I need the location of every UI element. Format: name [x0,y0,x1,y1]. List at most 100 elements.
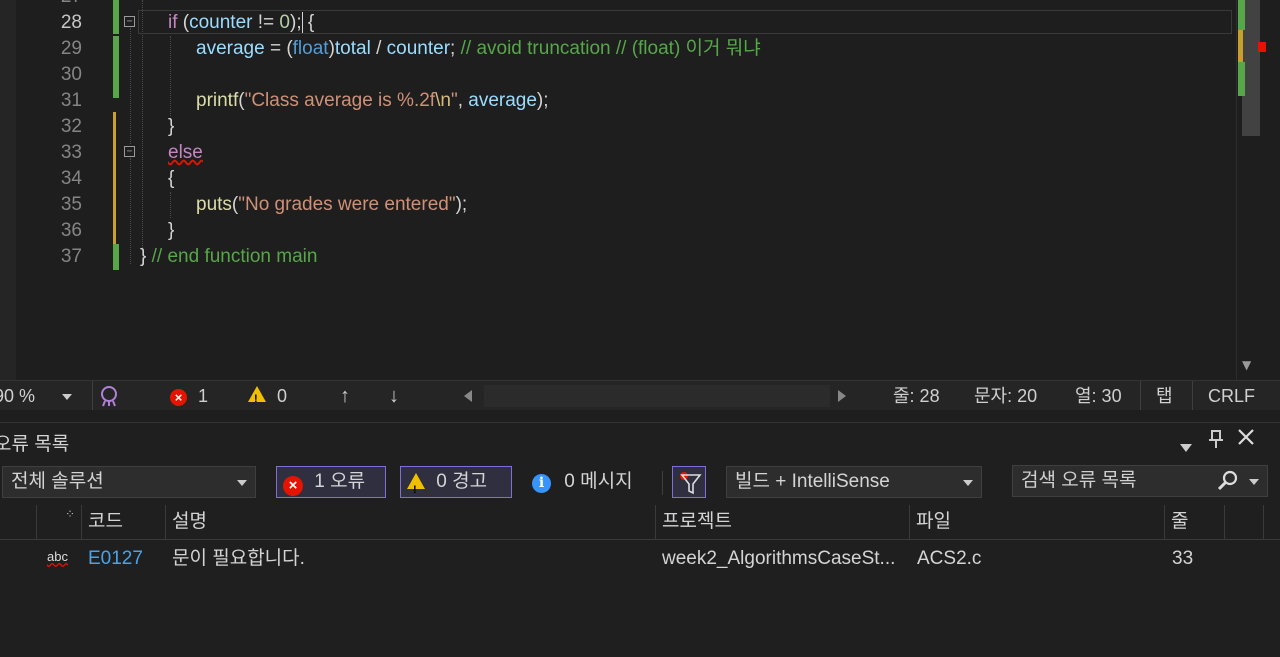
warning-icon: ! [407,473,425,496]
error-project: week2_AlgorithmsCaseSt... [662,548,896,569]
column-indicator[interactable]: 열: 30 [1075,385,1122,407]
filter-icon [680,472,702,495]
line-number: 28 [60,12,82,33]
line-number: 31 [60,90,82,111]
chevron-down-icon[interactable] [1249,479,1259,485]
code-text-line-31: printf("Class average is %.2f\n", averag… [196,90,549,111]
overview-error-marker [1258,42,1266,52]
scroll-down-arrow-icon[interactable]: ▼ [1242,358,1251,372]
search-icon[interactable] [1217,470,1239,502]
line-number: 30 [60,64,82,85]
messages-filter-button[interactable]: i 0 메시지 [532,466,633,498]
code-line[interactable]: 36 [0,218,1236,244]
code-line[interactable]: 35 [0,192,1236,218]
errors-filter-button[interactable]: × 1 오류 [276,466,386,498]
error-code-link[interactable]: E0127 [88,541,143,577]
error-file: ACS2.c [917,548,982,569]
error-list-toolbar: 전체 솔루션 × 1 오류 ! 0 경고 i 0 메시지 빌드 + Intell… [0,463,1280,503]
chevron-down-icon [237,480,247,486]
filter-toggle-button[interactable] [672,466,706,498]
code-line[interactable]: 31 [0,88,1236,114]
source-dropdown[interactable]: 빌드 + IntelliSense [726,466,982,498]
previous-issue-button[interactable]: ↑ [340,385,350,407]
error-line: 33 [1172,548,1194,569]
code-text-line-32: } [168,116,175,137]
panel-splitter[interactable] [0,410,1280,422]
chevron-down-icon [963,480,973,486]
char-indicator[interactable]: 문자: 20 [974,385,1037,407]
sort-indicator-column[interactable]: ⁘ [36,505,81,539]
error-table-header: ⁘ 코드 설명 프로젝트 파일 줄 [0,505,1280,540]
error-description: 문이 필요합니다. [172,548,305,569]
code-line[interactable]: 30 [0,62,1236,88]
code-text-line-28: if (counter != 0); { [168,12,315,33]
code-text-line-36: } [168,220,175,241]
overview-change-marker [1238,0,1245,30]
code-line[interactable]: 32 [0,114,1236,140]
change-marker-unsaved [113,112,116,244]
code-text-line-33: else [168,140,203,166]
panel-title: 오류 목록 [0,434,70,455]
indentation-mode[interactable]: 탭 [1156,385,1173,407]
chevron-down-icon [1180,444,1192,452]
code-editor[interactable]: 27 28 29 30 31 32 33 34 35 36 37 − − if … [0,0,1280,380]
code-line[interactable]: 27 [0,0,1236,10]
error-squiggle: else [168,142,203,163]
scope-dropdown[interactable]: 전체 솔루션 [2,466,256,498]
search-input[interactable]: 검색 오류 목록 [1012,465,1268,497]
line-indicator[interactable]: 줄: 28 [893,385,940,407]
line-ending-mode[interactable]: CRLF [1208,385,1255,407]
code-line[interactable]: 34 [0,166,1236,192]
column-header-project[interactable]: 프로젝트 [655,505,909,539]
close-icon[interactable] [1236,427,1256,452]
collapse-toggle[interactable]: − [124,146,135,157]
info-icon: i [532,474,551,493]
intellicode-icon[interactable] [98,384,120,413]
scroll-right-arrow-icon[interactable] [838,390,846,402]
zoom-selector[interactable]: 90 % [0,385,73,407]
line-number: 27 [36,0,82,10]
overview-change-marker [1238,62,1245,96]
chevron-down-icon [62,394,73,401]
column-header-description[interactable]: 설명 [165,505,655,539]
change-marker-saved [113,244,119,270]
indent-guide [170,36,171,116]
column-header-code[interactable]: 코드 [81,505,165,539]
change-marker-saved [113,0,119,34]
fold-guide [130,28,131,144]
sort-icon: ⁘ [65,507,76,521]
indent-guide [142,0,143,266]
scroll-left-arrow-icon[interactable] [464,390,472,402]
fold-guide [130,158,131,264]
warning-icon: ! [248,386,266,405]
error-icon: × [170,389,187,406]
code-text-line-34: { [168,168,175,189]
spelling-error-icon: abc [47,549,68,564]
line-number: 36 [60,220,82,241]
line-number: 32 [60,116,82,137]
warning-count[interactable]: ! 0 [248,385,287,407]
next-issue-button[interactable]: ↓ [389,385,399,407]
line-number: 33 [60,142,82,163]
line-number: 34 [60,168,82,189]
warnings-filter-button[interactable]: ! 0 경고 [400,466,512,498]
error-count[interactable]: × 1 [170,385,208,407]
error-icon: × [283,476,303,496]
collapse-toggle[interactable]: − [124,16,135,27]
column-header-line[interactable]: 줄 [1164,505,1224,539]
panel-menu-dropdown[interactable] [1180,433,1192,457]
line-number: 37 [60,246,82,267]
code-text-line-29: average = (float)total / counter; // avo… [196,38,761,59]
editor-status-bar: 90 % × 1 ! 0 ↑ ↓ 줄: 28 문자: 20 열: 30 탭 CR… [0,380,1280,411]
horizontal-scroll-track[interactable] [484,385,830,407]
horizontal-scrollbar[interactable] [460,385,852,407]
change-marker-saved [113,36,119,98]
error-row[interactable]: abc E0127 문이 필요합니다. week2_AlgorithmsCase… [0,541,1280,577]
line-number: 29 [60,38,82,59]
code-text-line-35: puts("No grades were entered"); [196,194,468,215]
error-list-panel: 오류 목록 전체 솔루션 × 1 오류 ! 0 경고 i 0 메시지 빌드 + … [0,422,1280,657]
indent-guide [170,192,171,218]
column-header-file[interactable]: 파일 [909,505,1164,539]
pin-icon[interactable] [1208,429,1224,454]
code-text-line-37: } // end function main [140,246,318,267]
